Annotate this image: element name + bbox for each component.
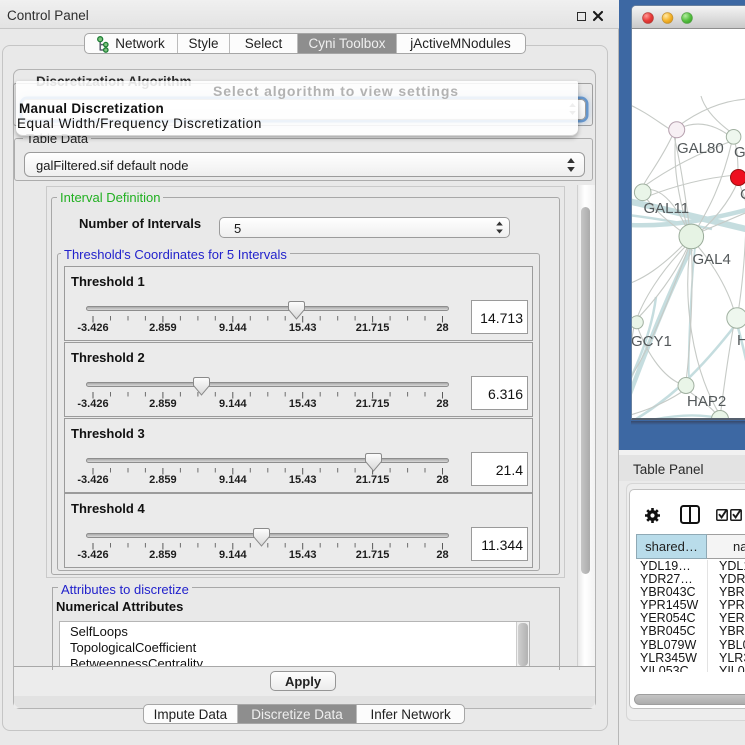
svg-text:H: H <box>737 332 745 349</box>
svg-text:GAL11: GAL11 <box>644 200 690 217</box>
svg-text:HAP2: HAP2 <box>687 393 726 410</box>
svg-text:GA: GA <box>734 144 745 161</box>
svg-text:C: C <box>740 186 745 203</box>
svg-text:GAL4: GAL4 <box>693 251 731 268</box>
svg-text:GAL80: GAL80 <box>677 140 724 157</box>
svg-text:GCY1: GCY1 <box>632 333 672 350</box>
